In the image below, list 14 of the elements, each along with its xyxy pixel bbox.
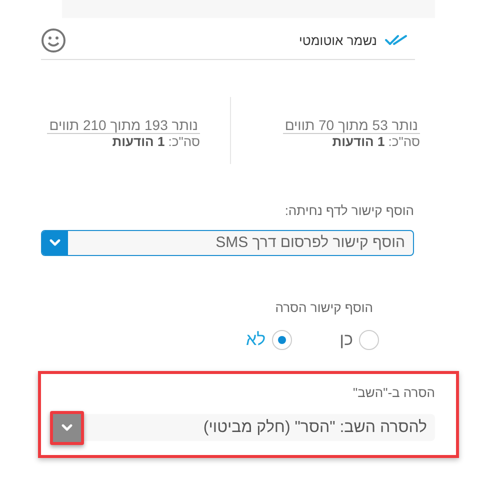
autosave-status: נשמר אוטומטי (299, 32, 377, 48)
chevron-down-icon (61, 424, 73, 432)
field-label: הסרה ב-"השב" (352, 385, 435, 400)
field-label: הוסף קישור הסרה (275, 300, 373, 315)
message-count: סה"כ: 1 הודעות (112, 134, 200, 148)
double-check-icon (385, 34, 407, 46)
field-label: הוסף קישור לדף נחיתה: (284, 203, 414, 218)
smiley-icon[interactable] (41, 28, 66, 52)
character-counter: נותר 53 מתוך 70 תווים (282, 116, 420, 134)
message-count: סה"כ: 1 הודעות (332, 134, 420, 148)
chevron-down-icon (49, 239, 61, 247)
character-counter: נותר 193 מתוך 210 תווים (47, 116, 200, 134)
dropdown-button[interactable] (50, 410, 84, 444)
landing-link-dropdown[interactable]: הוסף קישור לפרסום דרך SMS (41, 230, 414, 256)
